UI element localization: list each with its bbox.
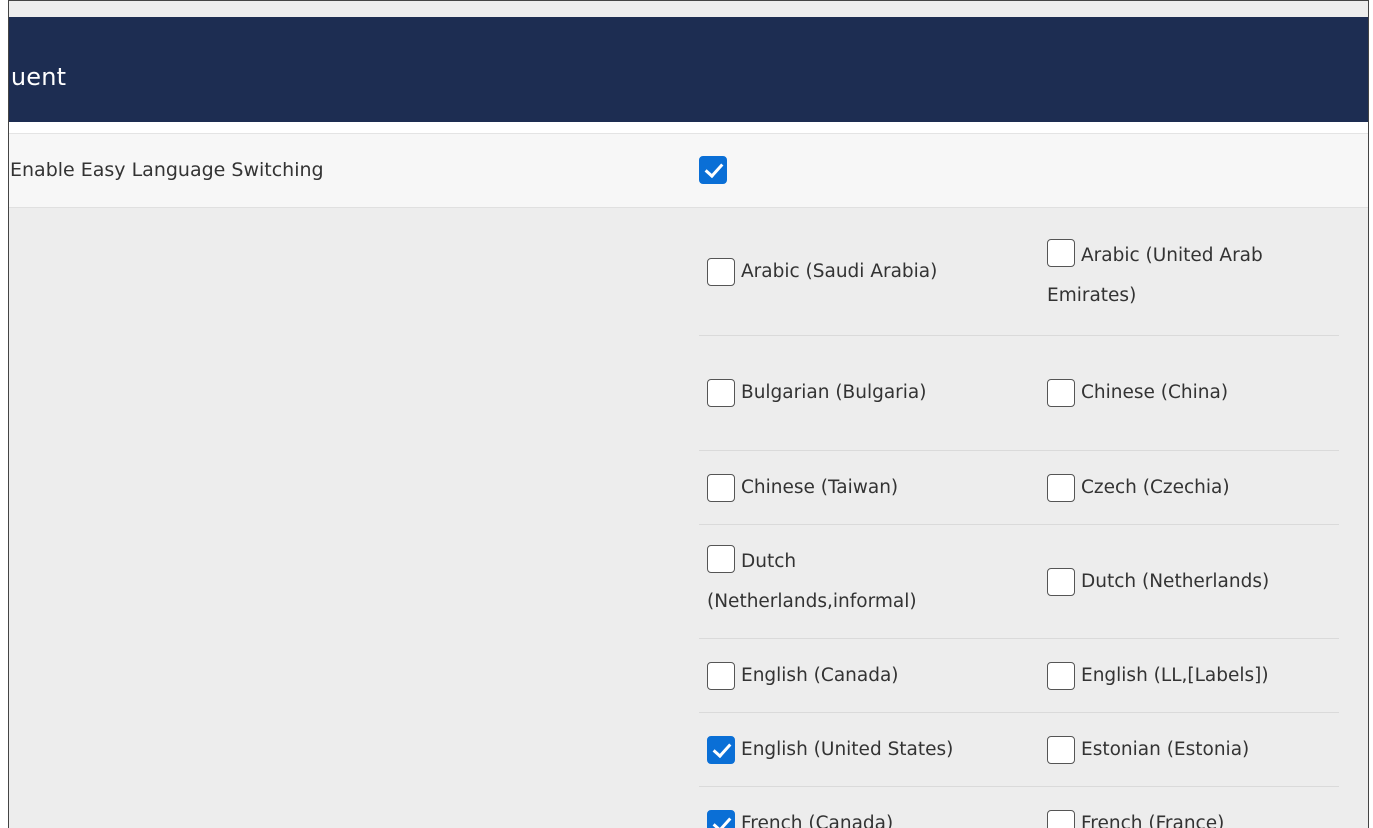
language-checkbox-english-canada[interactable]: [707, 661, 735, 690]
language-label: Estonian (Estonia): [1081, 738, 1250, 760]
language-checkbox-french-canada[interactable]: [707, 810, 735, 828]
language-label: Arabic (Saudi Arabia): [741, 260, 938, 282]
language-checkbox-french-france[interactable]: [1047, 810, 1075, 828]
easy-language-switching-row: Enable Easy Language Switching: [9, 133, 1368, 208]
language-checkbox-english-united-states[interactable]: [707, 735, 735, 764]
language-row: Chinese (Taiwan) Czech (Czechia): [699, 451, 1339, 525]
language-checkbox-chinese-taiwan[interactable]: [707, 473, 735, 502]
language-option[interactable]: English (LL,[Labels]): [1047, 639, 1347, 712]
language-label: Dutch (Netherlands): [1081, 570, 1270, 592]
language-checkbox-arabic-saudi-arabia[interactable]: [707, 257, 735, 286]
language-row: Bulgarian (Bulgaria) Chinese (China): [699, 336, 1339, 451]
language-label: English (LL,[Labels]): [1081, 664, 1269, 686]
language-label: French (France): [1081, 813, 1225, 828]
language-label-line2: Emirates): [1047, 285, 1137, 306]
language-checkbox-english-ll-labels[interactable]: [1047, 661, 1075, 690]
language-option[interactable]: French (France): [1047, 787, 1347, 828]
language-label: Chinese (Taiwan): [741, 476, 899, 498]
language-option[interactable]: Estonian (Estonia): [1047, 713, 1347, 786]
language-checkbox-dutch-informal[interactable]: [707, 545, 735, 573]
language-row: Dutch (Netherlands,informal) Dutch (Neth…: [699, 525, 1339, 639]
language-row: French (Canada) French (France): [699, 787, 1339, 828]
language-row: English (United States) Estonian (Estoni…: [699, 713, 1339, 787]
language-option[interactable]: Chinese (Taiwan): [707, 451, 1037, 524]
language-label-line2: (Netherlands,informal): [707, 591, 917, 612]
easy-language-switching-label: Enable Easy Language Switching: [10, 159, 324, 181]
language-option[interactable]: Chinese (China): [1047, 336, 1347, 450]
language-list: Arabic (Saudi Arabia) Arabic (United Ara…: [9, 208, 1368, 828]
header-gap: [9, 122, 1368, 133]
language-row: Arabic (Saudi Arabia) Arabic (United Ara…: [699, 208, 1339, 336]
language-option[interactable]: Dutch (Netherlands,informal): [707, 525, 1037, 638]
settings-panel: luent Enable Easy Language Switching Ara…: [8, 0, 1369, 828]
easy-language-switching-checkbox[interactable]: [699, 156, 727, 184]
language-label-line1: Arabic (United Arab: [1081, 245, 1263, 266]
language-option[interactable]: Arabic (United Arab Emirates): [1047, 208, 1347, 335]
language-label: English (United States): [741, 738, 954, 760]
header-bar: luent: [9, 17, 1368, 122]
header-title: luent: [8, 63, 67, 91]
language-checkbox-dutch-netherlands[interactable]: [1047, 567, 1075, 596]
language-checkbox-chinese-china[interactable]: [1047, 379, 1075, 407]
language-checkbox-arabic-uae[interactable]: [1047, 239, 1075, 267]
language-label: French (Canada): [741, 813, 894, 828]
language-option[interactable]: Arabic (Saudi Arabia): [707, 208, 1037, 335]
language-row: English (Canada) English (LL,[Labels]): [699, 639, 1339, 713]
language-checkbox-bulgarian[interactable]: [707, 379, 735, 407]
language-option[interactable]: Bulgarian (Bulgaria): [707, 336, 1037, 450]
language-label: Chinese (China): [1081, 382, 1229, 403]
language-option[interactable]: English (Canada): [707, 639, 1037, 712]
language-option[interactable]: English (United States): [707, 713, 1037, 786]
language-label: English (Canada): [741, 664, 899, 686]
language-label: Czech (Czechia): [1081, 476, 1230, 498]
language-option[interactable]: Czech (Czechia): [1047, 451, 1347, 524]
language-option[interactable]: Dutch (Netherlands): [1047, 525, 1347, 638]
language-option[interactable]: French (Canada): [707, 787, 1037, 828]
language-checkbox-czech[interactable]: [1047, 473, 1075, 502]
language-label-line1: Dutch: [741, 551, 797, 572]
language-label: Bulgarian (Bulgaria): [741, 382, 927, 403]
language-checkbox-estonian[interactable]: [1047, 735, 1075, 764]
